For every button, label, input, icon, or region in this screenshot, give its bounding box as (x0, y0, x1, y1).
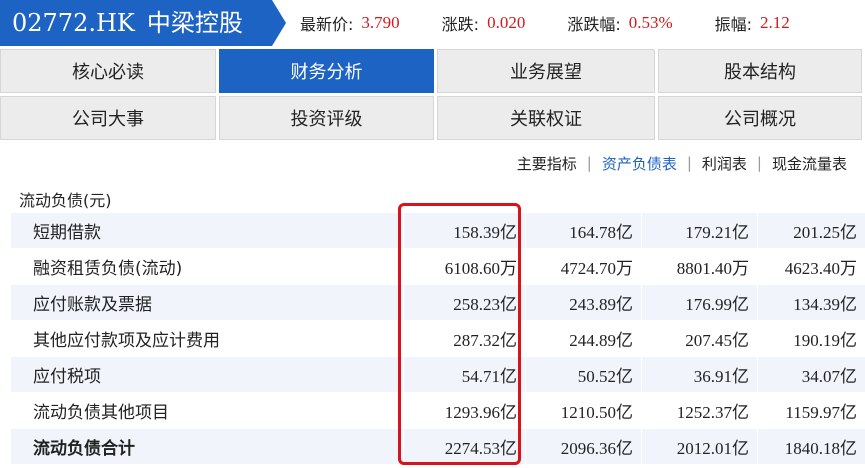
stock-code: 02772.HK (12, 9, 135, 37)
cell-value: 2012.01亿 (641, 428, 758, 465)
cell-value: 4724.70万 (525, 248, 642, 285)
quote-label: 最新价: (300, 15, 354, 34)
stock-title-badge: 02772.HK 中梁控股 (0, 0, 286, 46)
cell-value: 1252.37亿 (641, 392, 758, 429)
tab-investment-rating[interactable]: 投资评级 (219, 96, 434, 140)
quote-value: 3.790 (361, 13, 400, 32)
cell-value: 6108.60万 (403, 248, 526, 285)
tab-row-1: 核心必读 财务分析 业务展望 股本结构 (0, 49, 865, 93)
quote-label: 涨跌: (441, 15, 480, 34)
row-label: 其他应付款项及应计费用 (10, 320, 404, 357)
stock-name: 中梁控股 (146, 9, 243, 37)
cell-value: 1840.18亿 (756, 428, 865, 465)
cell-value: 34.07亿 (756, 356, 865, 393)
section-title: 流动负债(元) (9, 184, 865, 213)
section-tabs: 核心必读 财务分析 业务展望 股本结构 公司大事 投资评级 关联权证 公司概况 (0, 49, 865, 143)
subnav-separator: | (586, 154, 592, 172)
balance-sheet-table: 流动负债(元) 短期借款 158.39亿 164.78亿 179.21亿 201… (9, 184, 865, 465)
quote-label: 振幅: (714, 15, 753, 34)
table-row: 短期借款 158.39亿 164.78亿 179.21亿 201.25亿 (10, 212, 865, 249)
cell-value: 176.99亿 (641, 284, 758, 321)
cell-value: 287.32亿 (403, 320, 526, 357)
cell-value: 54.71亿 (403, 356, 526, 393)
row-label: 短期借款 (10, 212, 404, 249)
quote-label: 涨跌幅: (567, 15, 621, 34)
subnav-separator: | (756, 154, 762, 172)
quote-value: 0.53% (628, 13, 673, 32)
quote-change: 涨跌: 0.020 (442, 11, 526, 35)
section-header-row: 流动负债(元) (9, 184, 865, 213)
table-row: 应付账款及票据 258.23亿 243.89亿 176.99亿 134.39亿 (10, 284, 865, 321)
cell-value: 190.19亿 (756, 320, 865, 357)
tab-financial-analysis[interactable]: 财务分析 (219, 49, 434, 93)
cell-value: 244.89亿 (525, 320, 642, 357)
cell-value: 1293.96亿 (403, 392, 526, 429)
quote-bar: 最新价: 3.790 涨跌: 0.020 涨跌幅: 0.53% 振幅: 2.12 (300, 0, 832, 46)
row-label: 应付税项 (10, 356, 404, 393)
cell-value: 1210.50亿 (525, 392, 642, 429)
statement-subnav: 主要指标 | 资产负债表 | 利润表 | 现金流量表 (517, 150, 847, 176)
row-label: 流动负债合计 (10, 428, 404, 465)
cell-value: 134.39亿 (756, 284, 865, 321)
quote-change-pct: 涨跌幅: 0.53% (567, 11, 672, 35)
tab-related-warrants[interactable]: 关联权证 (437, 96, 655, 140)
cell-value: 243.89亿 (525, 284, 642, 321)
cell-value: 201.25亿 (756, 212, 865, 249)
cell-value: 207.45亿 (641, 320, 758, 357)
stock-header: 02772.HK 中梁控股 最新价: 3.790 涨跌: 0.020 涨跌幅: 0… (0, 0, 865, 46)
cell-value: 164.78亿 (525, 212, 642, 249)
cell-value: 8801.40万 (641, 248, 758, 285)
cell-value: 2096.36亿 (525, 428, 642, 465)
table-row: 应付税项 54.71亿 50.52亿 36.91亿 34.07亿 (10, 356, 865, 393)
table-row-total: 流动负债合计 2274.53亿 2096.36亿 2012.01亿 1840.1… (10, 428, 865, 465)
table-row: 流动负债其他项目 1293.96亿 1210.50亿 1252.37亿 1159… (10, 392, 865, 429)
table-row: 其他应付款项及应计费用 287.32亿 244.89亿 207.45亿 190.… (10, 320, 865, 357)
cell-value: 36.91亿 (641, 356, 758, 393)
tab-share-structure[interactable]: 股本结构 (658, 49, 862, 93)
quote-amplitude: 振幅: 2.12 (715, 11, 790, 35)
tab-core-reading[interactable]: 核心必读 (0, 49, 216, 93)
tab-business-outlook[interactable]: 业务展望 (437, 49, 655, 93)
cell-value: 4623.40万 (756, 248, 865, 285)
quote-value: 0.020 (487, 13, 526, 32)
cell-value: 2274.53亿 (403, 428, 526, 465)
subnav-separator: | (686, 154, 692, 172)
table-row: 融资租赁负债(流动) 6108.60万 4724.70万 8801.40万 46… (10, 248, 865, 285)
cell-value: 179.21亿 (641, 212, 758, 249)
quote-value: 2.12 (760, 13, 790, 32)
quote-last-price: 最新价: 3.790 (300, 11, 400, 35)
tab-company-events[interactable]: 公司大事 (0, 96, 216, 140)
tab-company-overview[interactable]: 公司概况 (658, 96, 862, 140)
subnav-balance-sheet[interactable]: 资产负债表 (602, 153, 677, 174)
subnav-key-indicators[interactable]: 主要指标 (517, 153, 577, 174)
cell-value: 258.23亿 (403, 284, 526, 321)
row-label: 融资租赁负债(流动) (10, 248, 404, 285)
row-label: 应付账款及票据 (10, 284, 404, 321)
tab-row-2: 公司大事 投资评级 关联权证 公司概况 (0, 96, 865, 140)
cell-value: 50.52亿 (525, 356, 642, 393)
subnav-cash-flow[interactable]: 现金流量表 (772, 153, 847, 174)
cell-value: 1159.97亿 (756, 392, 865, 429)
row-label: 流动负债其他项目 (10, 392, 404, 429)
subnav-income-statement[interactable]: 利润表 (702, 153, 747, 174)
cell-value: 158.39亿 (403, 212, 526, 249)
